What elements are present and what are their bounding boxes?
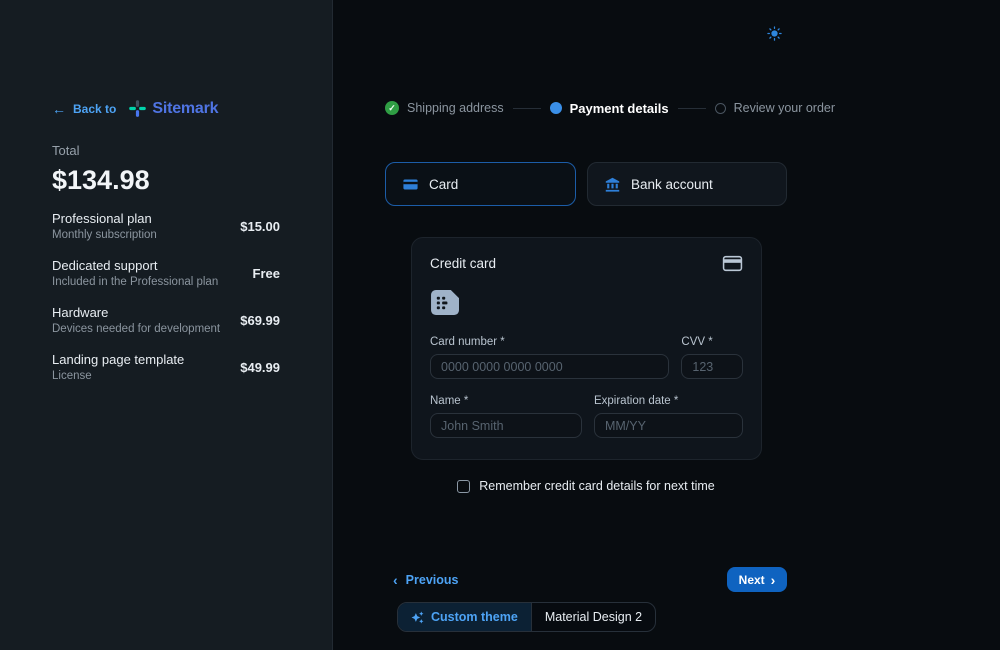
credit-card-panel: Credit card <box>411 237 762 460</box>
step-payment-details: Payment details <box>550 101 669 116</box>
back-arrow-icon: ← <box>52 102 66 116</box>
order-summary-sidebar: ← Back to Sitemark Total $134.98 Profess… <box>0 0 333 650</box>
expiration-field: Expiration date * <box>594 395 743 438</box>
item-subtitle: Included in the Professional plan <box>52 276 218 288</box>
method-label: Bank account <box>631 177 713 192</box>
name-input[interactable] <box>430 413 582 438</box>
item-title: Landing page template <box>52 352 184 367</box>
previous-label: Previous <box>406 573 459 587</box>
total-value: $134.98 <box>52 165 150 196</box>
color-mode-toggle-button[interactable] <box>767 25 783 41</box>
step-completed-check-icon: ✓ <box>385 101 399 115</box>
stepper-connector <box>678 108 706 109</box>
custom-theme-option[interactable]: Custom theme <box>398 603 531 631</box>
card-number-field: Card number * <box>430 336 669 379</box>
material-design-label: Material Design 2 <box>545 610 642 624</box>
custom-theme-label: Custom theme <box>431 610 518 624</box>
payment-method-card-button[interactable]: Card <box>385 162 576 206</box>
remember-label[interactable]: Remember credit card details for next ti… <box>479 479 715 493</box>
back-label: Back to <box>73 102 116 116</box>
step-label: Review your order <box>734 101 835 115</box>
item-subtitle: Monthly subscription <box>52 229 157 241</box>
cvv-label: CVV * <box>681 336 743 348</box>
chevron-right-icon: › <box>771 573 776 587</box>
order-total: Total $134.98 <box>52 143 150 196</box>
order-item: Landing page template License $49.99 <box>52 352 280 382</box>
remember-card-row: Remember credit card details for next ti… <box>385 479 787 493</box>
payment-method-toggle: Card Bank account <box>385 162 787 206</box>
credit-card-icon <box>402 176 419 193</box>
material-design-option[interactable]: Material Design 2 <box>531 603 655 631</box>
step-shipping-address: ✓ Shipping address <box>385 101 504 115</box>
template-theme-switcher: Custom theme Material Design 2 <box>397 602 656 632</box>
step-label: Payment details <box>570 101 669 116</box>
step-pending-circle-icon <box>715 103 726 114</box>
item-price: $49.99 <box>240 360 280 375</box>
cvv-field: CVV * <box>681 336 743 379</box>
chevron-left-icon: ‹ <box>393 573 398 587</box>
item-price: Free <box>253 266 280 281</box>
card-number-label: Card number * <box>430 336 669 348</box>
checkout-stepper: ✓ Shipping address Payment details Revie… <box>385 100 787 116</box>
sitemark-pinwheel-icon <box>128 99 147 118</box>
panel-title: Credit card <box>430 256 496 271</box>
name-field: Name * <box>430 395 582 438</box>
bank-icon <box>604 176 621 193</box>
expiration-label: Expiration date * <box>594 395 743 407</box>
wizard-nav: ‹ Previous Next › <box>385 567 787 592</box>
order-item: Dedicated support Included in the Profes… <box>52 258 280 288</box>
previous-button[interactable]: ‹ Previous <box>385 573 458 587</box>
stepper-connector <box>513 108 541 109</box>
name-label: Name * <box>430 395 582 407</box>
item-price: $69.99 <box>240 313 280 328</box>
item-title: Hardware <box>52 305 220 320</box>
remember-checkbox[interactable] <box>457 480 470 493</box>
method-label: Card <box>429 177 458 192</box>
card-outline-icon <box>722 255 743 272</box>
step-review-order: Review your order <box>715 101 835 115</box>
item-subtitle: Devices needed for development <box>52 323 220 335</box>
order-item: Hardware Devices needed for development … <box>52 305 280 335</box>
back-to-home-link[interactable]: ← Back to Sitemark <box>52 99 218 118</box>
cvv-input[interactable] <box>681 354 743 379</box>
step-active-dot-icon <box>550 102 562 114</box>
brand-name: Sitemark <box>152 100 218 118</box>
item-title: Dedicated support <box>52 258 218 273</box>
expiration-input[interactable] <box>594 413 743 438</box>
next-label: Next <box>739 573 765 587</box>
next-button[interactable]: Next › <box>727 567 787 592</box>
payment-method-bank-button[interactable]: Bank account <box>587 162 787 206</box>
item-price: $15.00 <box>240 219 280 234</box>
card-number-input[interactable] <box>430 354 669 379</box>
checkout-main: ✓ Shipping address Payment details Revie… <box>385 0 787 650</box>
order-item: Professional plan Monthly subscription $… <box>52 211 280 241</box>
step-label: Shipping address <box>407 101 504 115</box>
sim-chip-icon <box>430 289 743 316</box>
item-subtitle: License <box>52 370 184 382</box>
order-items-list: Professional plan Monthly subscription $… <box>52 211 280 399</box>
total-label: Total <box>52 143 150 158</box>
brand-logo[interactable]: Sitemark <box>128 99 218 118</box>
sparkle-icon <box>411 611 424 624</box>
sun-icon <box>767 26 783 41</box>
item-title: Professional plan <box>52 211 157 226</box>
